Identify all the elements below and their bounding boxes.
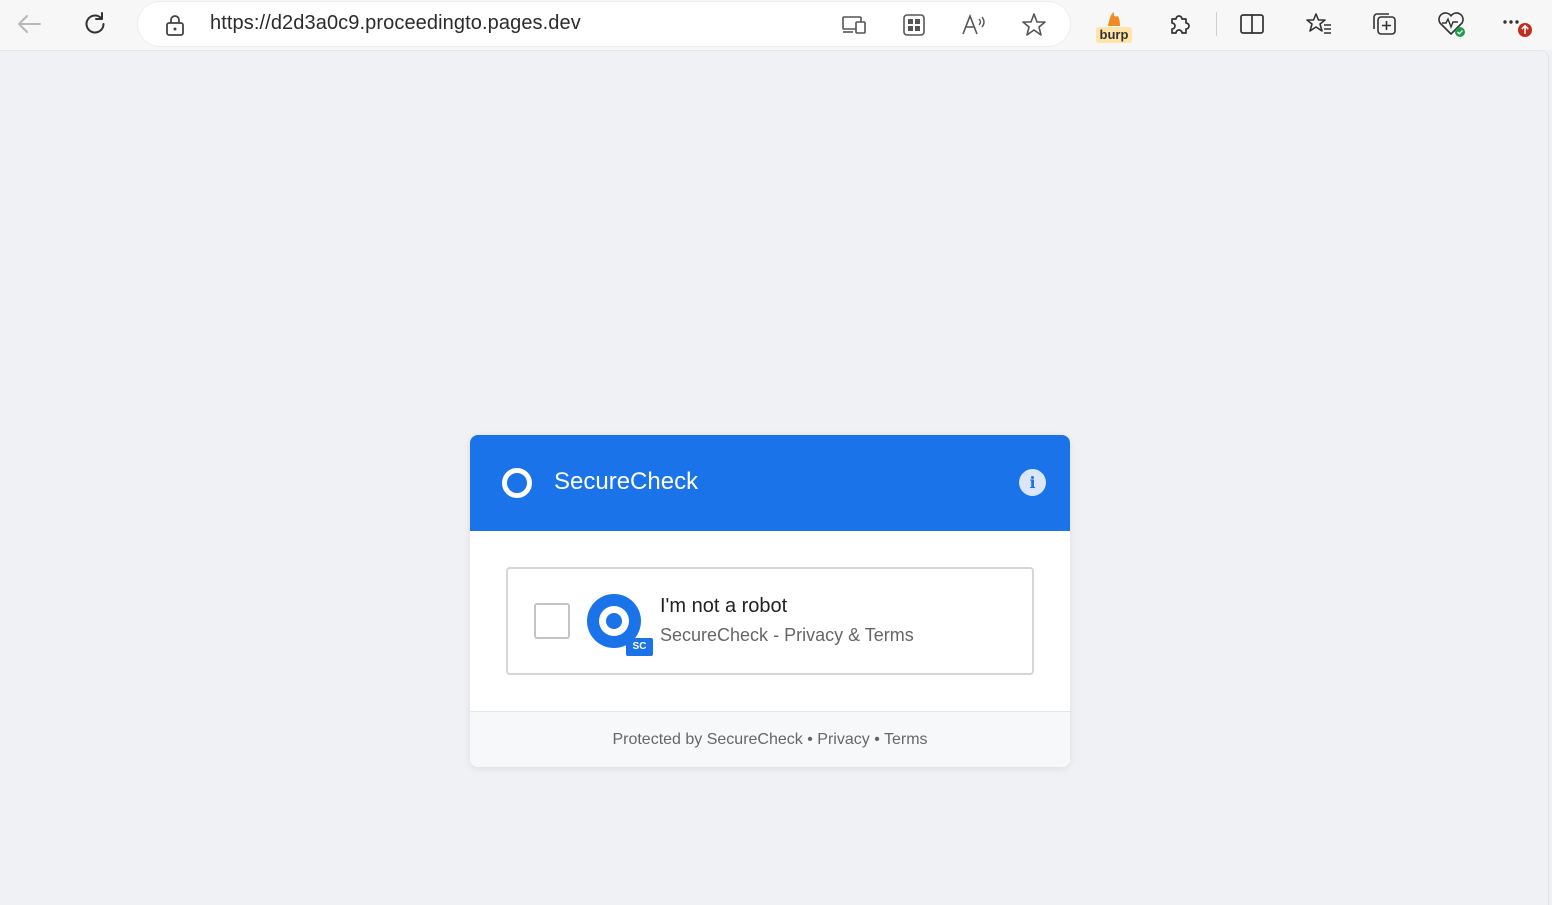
- captcha-card: SecureCheck i SC I'm not a robot SecureC…: [470, 435, 1070, 767]
- burp-extension-button[interactable]: burp: [1094, 8, 1134, 44]
- burp-label: burp: [1096, 27, 1132, 43]
- app-available-icon[interactable]: [840, 11, 868, 39]
- footer-bullet: •: [874, 731, 880, 748]
- collections-button[interactable]: [1366, 6, 1404, 42]
- url-text[interactable]: https://d2d3a0c9.proceedingto.pages.dev: [210, 12, 581, 35]
- not-robot-label[interactable]: I'm not a robot: [660, 595, 787, 618]
- card-footer: Protected by SecureCheck • Privacy • Ter…: [470, 711, 1070, 767]
- more-dots-icon: [1503, 20, 1532, 37]
- sc-badge: SC: [626, 638, 653, 656]
- favorites-list-icon: [1306, 13, 1331, 34]
- card-header: SecureCheck i: [470, 435, 1070, 531]
- browser-essentials-button[interactable]: [1432, 6, 1470, 42]
- read-aloud-icon[interactable]: [960, 11, 988, 39]
- privacy-terms-link[interactable]: Privacy & Terms: [784, 625, 914, 645]
- info-icon[interactable]: i: [1019, 469, 1046, 496]
- footer-text: Protected by SecureCheck • Privacy • Ter…: [470, 731, 1070, 749]
- lock-icon[interactable]: [164, 13, 186, 42]
- toolbar-separator: [1216, 12, 1217, 36]
- burp-flame-icon: [1108, 12, 1120, 26]
- address-bar[interactable]: https://d2d3a0c9.proceedingto.pages.dev: [138, 2, 1070, 46]
- widget-provider: SecureCheck: [660, 625, 769, 645]
- puzzle-icon: [1171, 15, 1190, 34]
- refresh-button[interactable]: [76, 6, 114, 42]
- split-screen-icon: [1240, 14, 1264, 34]
- browser-toolbar: https://d2d3a0c9.proceedingto.pages.dev: [0, 0, 1552, 50]
- favorite-star-icon[interactable]: [1020, 11, 1048, 39]
- not-robot-checkbox[interactable]: [534, 603, 570, 639]
- settings-more-button[interactable]: [1498, 6, 1536, 42]
- grid-apps-icon[interactable]: [900, 11, 928, 39]
- securecheck-logo-icon: [502, 468, 532, 498]
- captcha-widget: SC I'm not a robot SecureCheck - Privacy…: [506, 567, 1034, 675]
- collections-icon: [1373, 13, 1396, 35]
- split-screen-button[interactable]: [1233, 6, 1271, 42]
- card-title: SecureCheck: [554, 468, 699, 495]
- refresh-icon: [85, 12, 105, 34]
- widget-provider-line: SecureCheck - Privacy & Terms: [660, 625, 914, 646]
- footer-terms-link[interactable]: Terms: [884, 731, 928, 748]
- footer-privacy-link[interactable]: Privacy: [817, 731, 869, 748]
- back-button[interactable]: [10, 6, 48, 42]
- heart-pulse-icon: [1438, 12, 1465, 37]
- back-arrow-icon: [18, 15, 41, 33]
- widget-separator: -: [773, 625, 780, 645]
- favorites-button[interactable]: [1300, 6, 1338, 42]
- footer-bullet: •: [807, 731, 813, 748]
- protected-by-text: Protected by SecureCheck: [612, 731, 803, 748]
- securecheck-badge-icon: SC: [587, 594, 653, 656]
- extensions-button[interactable]: [1161, 6, 1199, 42]
